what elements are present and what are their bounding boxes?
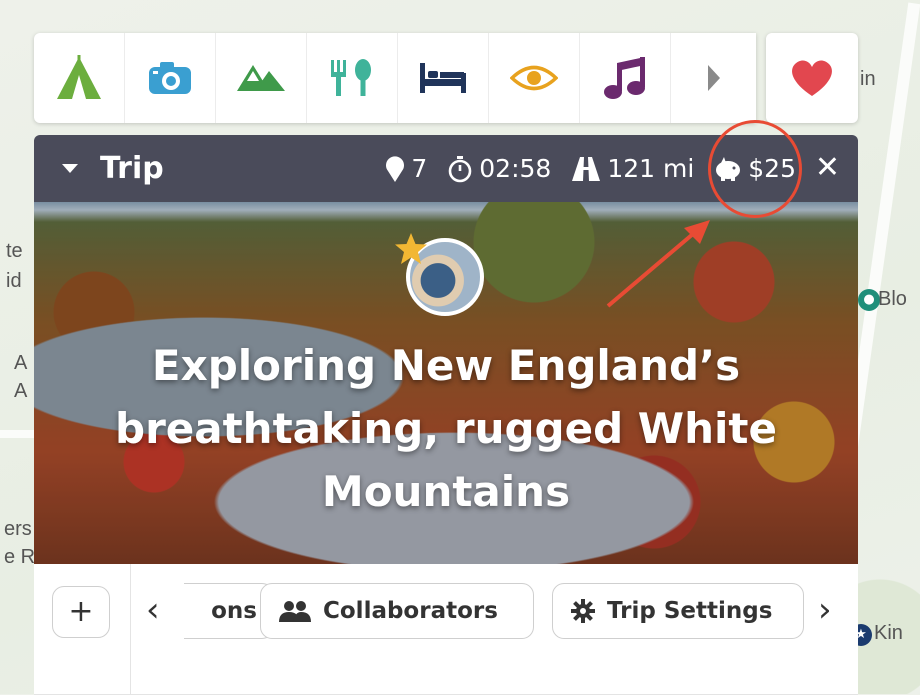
category-toolbar: [34, 33, 756, 123]
trip-cover-image[interactable]: Exploring New England’s breathtaking, ru…: [34, 202, 858, 564]
divider: [130, 564, 131, 694]
road-icon: [572, 156, 601, 181]
eye-icon: [510, 65, 558, 91]
distance-stat: 121 mi: [571, 154, 694, 183]
lodging-button[interactable]: [398, 33, 489, 123]
scroll-right-button[interactable]: ›: [818, 590, 832, 630]
heart-icon: [792, 60, 832, 96]
map-label: Blo: [878, 288, 907, 310]
map-road: [0, 430, 34, 438]
chevron-right-icon: [707, 65, 720, 91]
duration-stat: 02:58: [447, 154, 551, 183]
photo-spots-button[interactable]: [125, 33, 216, 123]
map-label: ers: [4, 518, 32, 540]
collaborators-button[interactable]: Collaborators: [260, 583, 534, 639]
annotation-circle: [708, 120, 802, 218]
food-icon: [331, 59, 371, 96]
collapse-caret-icon[interactable]: [62, 164, 78, 173]
stops-stat: 7: [385, 154, 427, 183]
stopwatch-icon: [448, 155, 472, 182]
camping-button[interactable]: [34, 33, 125, 123]
star-icon: [395, 233, 427, 264]
trip-name-heading[interactable]: Exploring New England’s breathtaking, ru…: [94, 334, 798, 523]
people-icon: [279, 601, 311, 622]
trip-settings-label: Trip Settings: [607, 598, 773, 624]
gear-icon: [571, 599, 595, 623]
map-label: id: [6, 270, 22, 292]
trip-settings-button[interactable]: Trip Settings: [552, 583, 804, 639]
duration-value: 02:58: [479, 154, 552, 183]
add-button[interactable]: +: [52, 586, 110, 638]
map-label: A: [14, 352, 28, 374]
map-label: te: [6, 240, 23, 262]
map-pin-icon: [386, 155, 405, 182]
entertainment-button[interactable]: [580, 33, 671, 123]
camera-icon: [149, 62, 191, 94]
map-label: e R: [4, 546, 36, 568]
outdoors-button[interactable]: [216, 33, 307, 123]
mountain-icon: [237, 65, 285, 91]
map-poi-icon[interactable]: ●: [858, 289, 880, 311]
music-icon: [604, 57, 645, 99]
tent-icon: [57, 55, 101, 99]
annotation-arrow-icon: [606, 220, 710, 308]
map-label: Kin: [874, 622, 903, 644]
trip-actions-bar: + ‹ ons Collaborators Trip Settings ›: [34, 564, 858, 695]
bed-icon: [420, 63, 466, 93]
close-trip-button[interactable]: ✕: [815, 150, 840, 185]
distance-value: 121 mi: [607, 154, 695, 183]
favorites-button[interactable]: [766, 33, 858, 123]
scroll-left-button[interactable]: ‹: [146, 590, 160, 630]
trip-title[interactable]: Trip: [100, 151, 164, 186]
stops-count: 7: [411, 154, 428, 183]
map-label: in: [860, 68, 876, 90]
map-label: A: [14, 380, 28, 402]
food-button[interactable]: [307, 33, 398, 123]
more-categories-button[interactable]: [671, 33, 756, 123]
sights-button[interactable]: [489, 33, 580, 123]
collaborators-label: Collaborators: [323, 598, 498, 624]
truncated-action-label: ons: [211, 598, 257, 624]
